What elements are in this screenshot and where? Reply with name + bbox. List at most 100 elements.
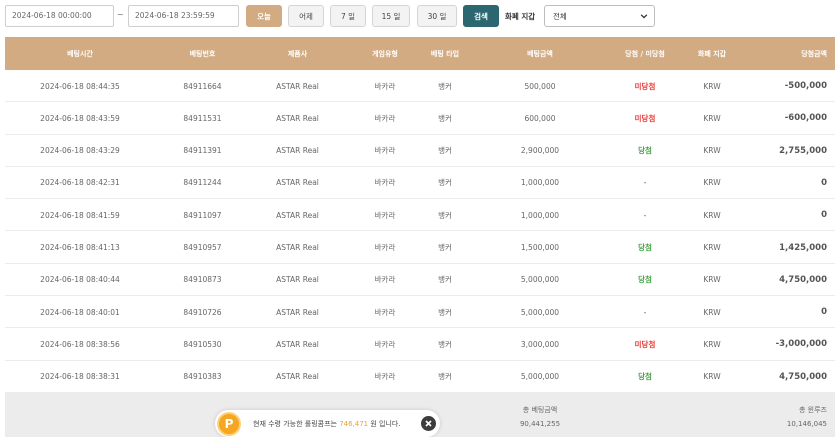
cell-bet-time: 2024-06-18 08:38:56 [40,339,120,349]
cell-result: 미당첨 [634,113,656,123]
cell-bet-time: 2024-06-18 08:41:59 [40,210,120,220]
start-date-input[interactable]: 2024-06-18 00:00:00 [5,5,114,27]
cell-bet-type: 뱅커 [438,372,452,382]
total-bet-label: 총 베팅금액 [522,406,558,414]
header-bet-time: 베팅시간 [67,49,93,58]
cell-provider: ASTAR Real [276,339,319,349]
cell-win-amount: -600,000 [784,113,827,124]
cell-bet-time: 2024-06-18 08:40:01 [40,307,120,317]
cell-provider: ASTAR Real [276,178,319,188]
cell-bet-number: 84911531 [183,113,222,123]
cell-bet-time: 2024-06-18 08:38:31 [40,372,120,382]
table-row: 2024-06-18 08:41:59 84911097 ASTAR Real 바카라… [5,199,835,232]
notice-message: 현재 수령 가능한 롤링콤프는 746,471 원 입니다. [253,419,401,429]
cell-result: 미당첨 [634,81,656,91]
cell-provider: ASTAR Real [276,307,319,317]
cell-bet-amount: 1,000,000 [520,178,560,188]
cell-bet-amount: 5,000,000 [520,372,560,382]
cell-win-amount: 0 [821,177,827,188]
cell-bet-amount: 5,000,000 [520,307,560,317]
cell-bet-type: 뱅커 [438,81,452,91]
table-header: 베팅시간 베팅번호 제품사 게임유형 베팅 타입 베팅금액 당첨 / 미당첨 화… [5,37,835,70]
cell-bet-number: 84910957 [183,243,222,252]
cell-win-amount: 0 [821,210,827,221]
cell-bet-amount: 5,000,000 [520,275,560,285]
cell-bet-number: 84911391 [183,146,222,156]
cell-bet-time: 2024-06-18 08:42:31 [40,178,120,188]
header-win-amount: 당첨금액 [801,49,827,58]
notice-text-before: 현재 수령 가능한 롤링콤프는 [253,420,340,428]
date-separator: ~ [117,10,124,19]
cell-result: 당첨 [638,146,652,156]
cell-bet-number: 84910726 [183,307,222,317]
notice-amount: 746,471 [339,420,369,428]
cell-bet-type: 뱅커 [438,275,452,285]
cell-bet-number: 84911244 [183,178,222,188]
cell-bet-time: 2024-06-18 08:43:29 [40,146,120,156]
15-days-button[interactable]: 15 일 [372,5,410,27]
header-result: 당첨 / 미당첨 [625,49,665,58]
table-row: 2024-06-18 08:38:31 84910383 ASTAR Real 바카라… [5,360,835,393]
cell-bet-time: 2024-06-18 08:41:13 [40,243,120,252]
table-row: 2024-06-18 08:38:56 84910530 ASTAR Real 바카라… [5,328,835,361]
cell-bet-type: 뱅커 [438,146,452,156]
table-row: 2024-06-18 08:43:29 84911391 ASTAR Real 바카라… [5,134,835,167]
cell-bet-time: 2024-06-18 08:44:35 [40,81,120,91]
cell-result: - [643,178,647,188]
filter-bar: 2024-06-18 00:00:00 ~ 2024-06-18 23:59:5… [0,0,835,36]
point-coin-icon: P [217,412,241,436]
header-bet-type: 베팅 타입 [430,49,460,58]
search-button[interactable]: 검색 [463,5,499,27]
cell-win-amount: 0 [821,307,827,318]
cell-result: - [643,210,647,220]
cell-win-amount: 1,425,000 [779,242,827,253]
chevron-down-icon [640,14,648,19]
total-bet-value: 90,441,255 [519,420,561,428]
cell-provider: ASTAR Real [276,372,319,382]
cell-provider: ASTAR Real [276,243,319,252]
cell-bet-type: 뱅커 [438,307,452,317]
cell-result: 미당첨 [634,339,656,349]
table-row: 2024-06-18 08:41:13 84910957 ASTAR Real 바카라… [5,231,835,264]
cell-bet-amount: 3,000,000 [520,339,560,349]
cell-bet-amount: 1,000,000 [520,210,560,220]
cell-result: 당첨 [638,243,652,252]
cell-bet-type: 뱅커 [438,210,452,220]
yesterday-button[interactable]: 어제 [288,5,324,27]
cell-provider: ASTAR Real [276,275,319,285]
cell-result: - [643,307,647,317]
cell-bet-number: 84910873 [183,275,222,285]
cell-bet-type: 뱅커 [438,339,452,349]
cell-bet-amount: 1,500,000 [520,243,560,252]
close-icon[interactable] [421,416,436,431]
30-days-button[interactable]: 30 일 [417,5,457,27]
cell-result: 당첨 [638,372,652,382]
cell-bet-type: 뱅커 [438,113,452,123]
total-win-lose-label: 총 윈루즈 [799,406,827,414]
cell-provider: ASTAR Real [276,210,319,220]
cell-bet-time: 2024-06-18 08:40:44 [40,275,120,285]
cell-bet-number: 84910383 [183,372,222,382]
cell-bet-number: 84911097 [183,210,222,220]
cell-bet-number: 84911664 [183,81,222,91]
cell-provider: ASTAR Real [276,146,319,156]
table-row: 2024-06-18 08:42:31 84911244 ASTAR Real 바카라… [5,166,835,200]
today-button[interactable]: 오늘 [246,5,282,27]
end-date-input[interactable]: 2024-06-18 23:59:59 [128,5,239,27]
cell-bet-type: 뱅커 [438,178,452,188]
currency-select-value: 전체 [553,11,567,21]
header-bet-amount: 베팅금액 [527,49,553,58]
cell-win-amount: -500,000 [784,81,827,91]
table-row: 2024-06-18 08:43:59 84911531 ASTAR Real 바카라… [5,102,835,135]
header-provider: 제품사 [287,49,308,58]
cell-bet-time: 2024-06-18 08:43:59 [40,113,120,123]
notice-text-after: 원 입니다. [368,420,401,428]
currency-wallet-select[interactable]: 전체 [544,5,655,27]
7-days-button[interactable]: 7 일 [330,5,366,27]
cell-bet-type: 뱅커 [438,243,452,252]
cell-win-amount: -3,000,000 [775,339,827,350]
cell-provider: ASTAR Real [276,81,319,91]
table-row: 2024-06-18 08:44:35 84911664 ASTAR Real 바카라… [5,70,835,103]
total-win-lose-value: 10,146,045 [786,420,827,428]
cell-win-amount: 4,750,000 [779,274,827,285]
